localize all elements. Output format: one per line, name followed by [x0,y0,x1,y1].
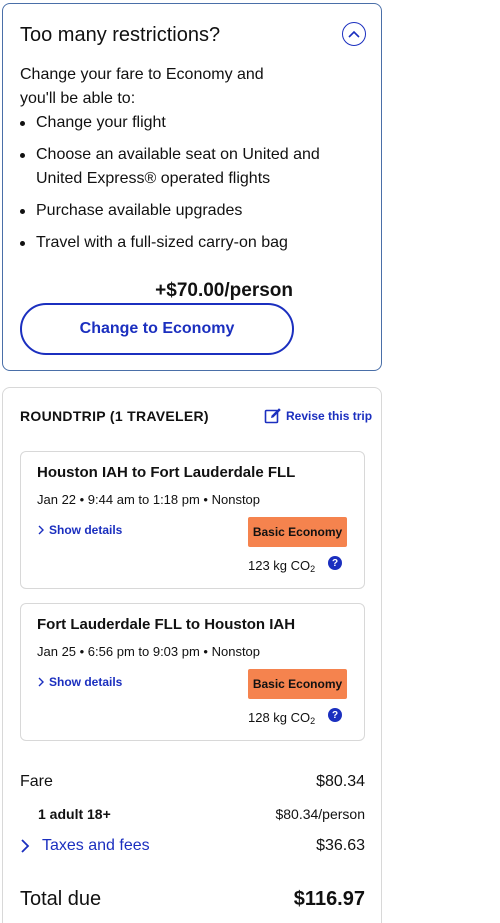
chevron-right-icon [21,839,30,853]
taxes-label: Taxes and fees [42,837,150,854]
upgrade-price: +$70.00/person [155,280,293,301]
taxes-value: $36.63 [316,837,365,854]
restrictions-intro: Change your fare to Economy and you'll b… [20,66,264,107]
adult-row: 1 adult 18+ $80.34/person [20,806,365,822]
question-icon[interactable]: ? [328,708,342,722]
benefits-list: Change your flight Choose an available s… [20,111,320,263]
fare-class-badge: Basic Economy [248,669,347,699]
benefit-item: Purchase available upgrades [20,199,320,223]
co2-emissions: 128 kg CO2 [248,710,316,726]
fare-label: Fare [20,773,53,790]
change-to-economy-button[interactable]: Change to Economy [20,303,294,355]
flight-time: Jan 22 • 9:44 am to 1:18 pm • Nonstop [37,492,261,507]
taxes-and-fees-link[interactable]: Taxes and fees [20,837,150,855]
trip-heading: ROUNDTRIP (1 TRAVELER) [20,408,209,424]
chevron-right-icon [38,525,44,535]
edit-icon [264,408,281,424]
adult-label: 1 adult 18+ [38,806,111,822]
flight-segment: Fort Lauderdale FLL to Houston IAH Jan 2… [20,603,365,741]
restrictions-card: Too many restrictions? Change your fare … [2,3,382,371]
trip-summary-card: ROUNDTRIP (1 TRAVELER) Revise this trip … [2,387,382,923]
collapse-button[interactable] [342,22,366,46]
adult-value: $80.34/person [275,806,365,822]
total-value: $116.97 [293,888,365,910]
chevron-up-icon [348,30,360,38]
chevron-right-icon [38,677,44,687]
show-details-label: Show details [49,523,123,537]
taxes-row: Taxes and fees $36.63 [20,837,365,855]
total-label: Total due [20,888,102,910]
question-icon[interactable]: ? [328,556,342,570]
revise-trip-link[interactable]: Revise this trip [264,407,372,425]
total-row: Total due $116.97 [20,888,365,911]
revise-trip-label: Revise this trip [286,409,373,423]
benefit-item: Travel with a full-sized carry-on bag [20,231,320,255]
restrictions-title: Too many restrictions? [20,24,221,46]
show-details-label: Show details [49,675,123,689]
fare-class-badge: Basic Economy [248,517,347,547]
show-details-link[interactable]: Show details [37,523,122,537]
co2-emissions: 123 kg CO2 [248,558,316,574]
show-details-link[interactable]: Show details [37,675,122,689]
flight-segment: Houston IAH to Fort Lauderdale FLL Jan 2… [20,451,365,589]
benefit-item: Change your flight [20,111,320,135]
flight-route: Houston IAH to Fort Lauderdale FLL [37,464,296,481]
fare-value: $80.34 [316,773,365,790]
flight-time: Jan 25 • 6:56 pm to 9:03 pm • Nonstop [37,644,261,659]
flight-route: Fort Lauderdale FLL to Houston IAH [37,616,296,633]
benefit-item: Choose an available seat on United and U… [20,143,320,191]
fare-row: Fare $80.34 [20,773,365,791]
